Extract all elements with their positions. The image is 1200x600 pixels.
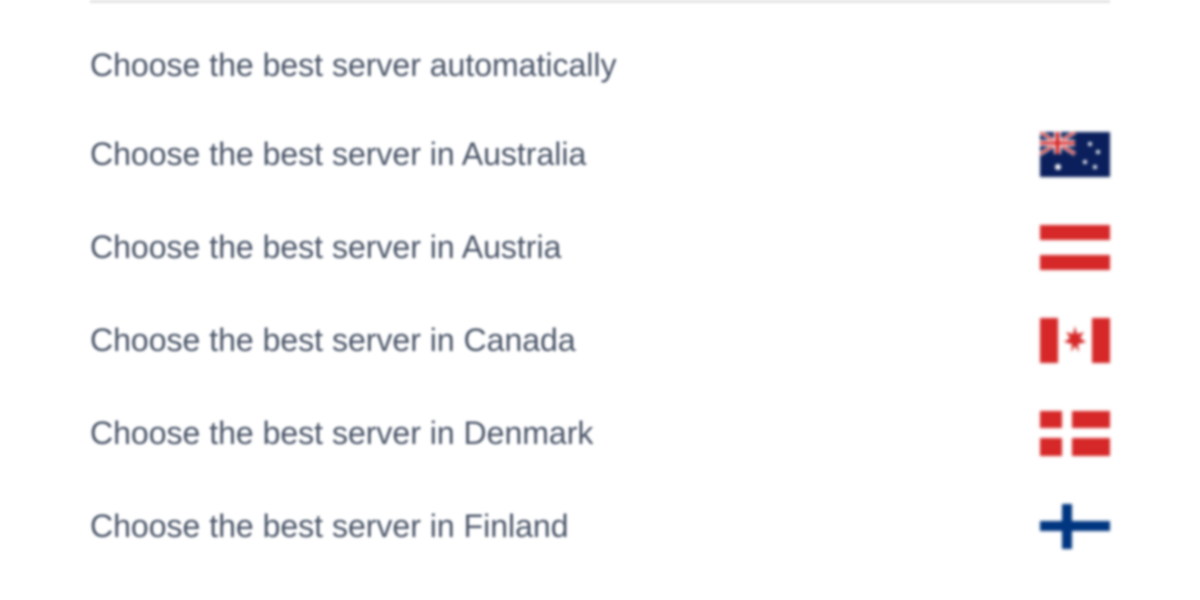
section-divider [90, 0, 1110, 3]
flag-australia-icon [1040, 132, 1110, 177]
flag-austria-icon [1040, 225, 1110, 270]
server-item-label: Choose the best server in Austria [90, 229, 561, 266]
server-item-automatic[interactable]: Choose the best server automatically [90, 23, 1110, 108]
flag-finland-icon [1040, 504, 1110, 549]
server-item-label: Choose the best server in Australia [90, 136, 586, 173]
server-item-canada[interactable]: Choose the best server in Canada [90, 294, 1110, 387]
server-item-label: Choose the best server in Denmark [90, 415, 593, 452]
server-item-label: Choose the best server in Finland [90, 508, 568, 545]
server-list-container: Choose the best server automatically Cho… [0, 0, 1200, 573]
server-item-denmark[interactable]: Choose the best server in Denmark [90, 387, 1110, 480]
server-item-label: Choose the best server automatically [90, 47, 616, 84]
server-item-label: Choose the best server in Canada [90, 322, 576, 359]
server-item-austria[interactable]: Choose the best server in Austria [90, 201, 1110, 294]
server-item-finland[interactable]: Choose the best server in Finland [90, 480, 1110, 573]
server-item-australia[interactable]: Choose the best server in Australia [90, 108, 1110, 201]
flag-canada-icon [1040, 318, 1110, 363]
flag-denmark-icon [1040, 411, 1110, 456]
server-list: Choose the best server automatically Cho… [90, 23, 1110, 573]
